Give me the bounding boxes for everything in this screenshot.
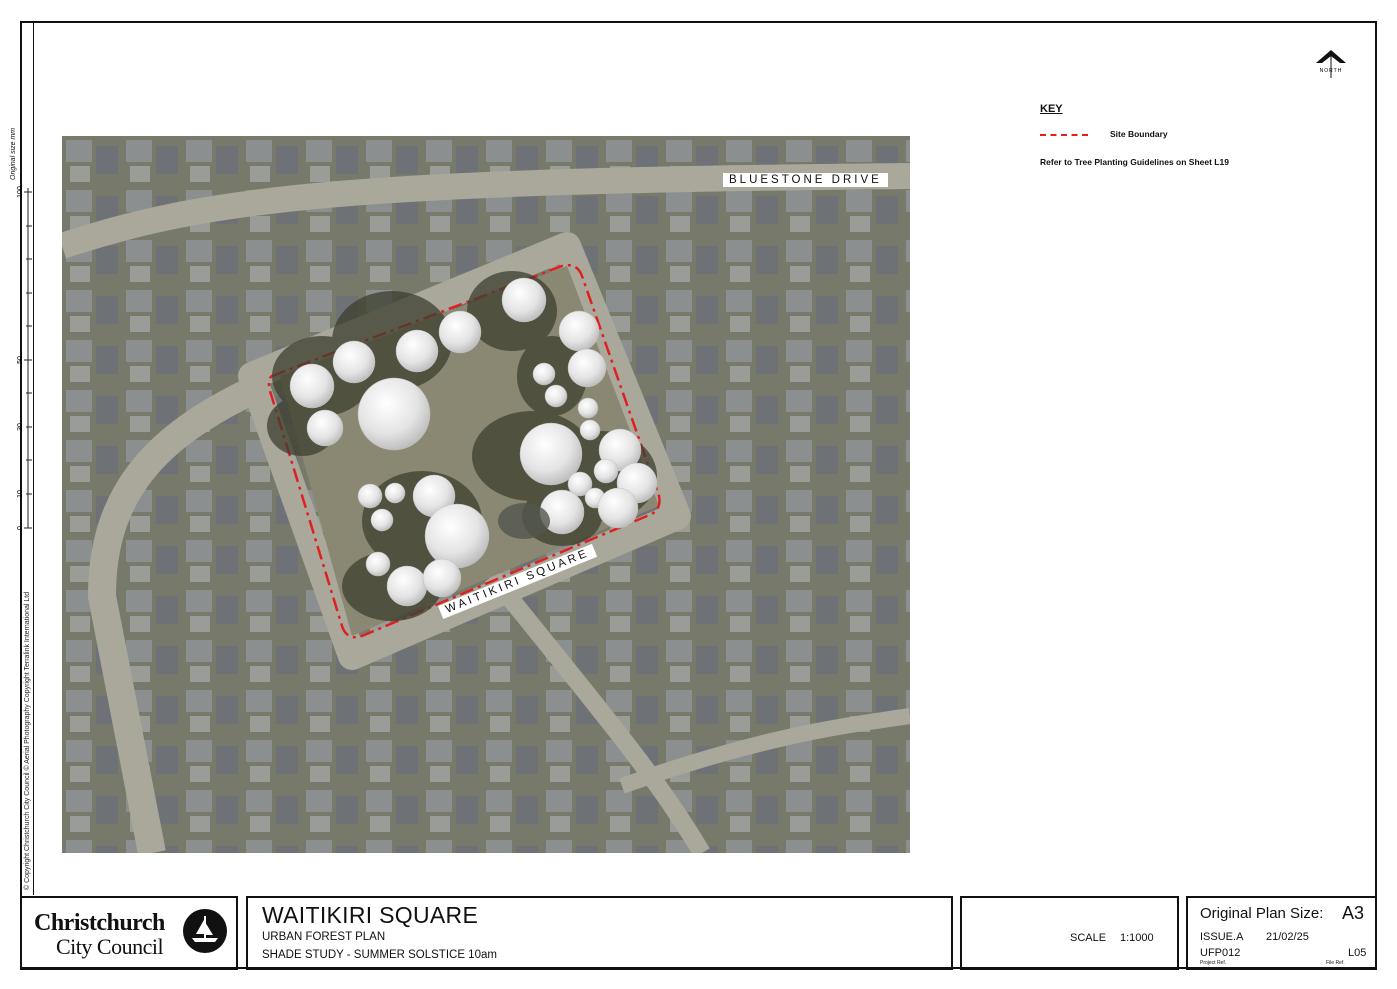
logo-text-line2: City Council [56,934,164,959]
aerial-map[interactable]: BLUESTONE DRIVE WAITIKIRI SQUARE [62,136,910,853]
issue-label: ISSUE.A [1200,931,1244,943]
scale-label: SCALE [1070,932,1107,944]
map-key: KEY Site Boundary Refer to Tree Planting… [1040,103,1340,167]
ruler-tick-0: 0 [17,526,24,530]
key-title: KEY [1040,103,1063,115]
plan-size-label: Original Plan Size: [1200,905,1324,922]
drawing-subtitle-1: URBAN FOREST PLAN [262,931,386,943]
scale-ruler: 0 10 30 50 100 [17,186,32,530]
ruler-tick-100: 100 [17,186,24,198]
drawing-title: WAITIKIRI SQUARE [262,902,479,928]
street-label-bluestone: BLUESTONE DRIVE [723,173,888,187]
drawing-subtitle-2: SHADE STUDY - SUMMER SOLSTICE 10am [262,949,497,961]
north-arrow-icon: NORTH [1316,50,1346,78]
file-ref: L05 [1348,947,1367,959]
plan-info-box: Original Plan Size: A3 ISSUE.A 21/02/25 … [1186,896,1377,970]
key-item-site-boundary: Site Boundary [1040,129,1300,141]
council-emblem-icon [183,909,227,953]
issue-date: 21/02/25 [1266,931,1309,943]
ruler-tick-30: 30 [17,423,24,431]
project-ref-caption: Project Ref. [1200,960,1227,966]
logo-text-line1: Christchurch [34,910,165,936]
ruler-tick-50: 50 [17,356,24,364]
file-ref-caption: File Ref. [1326,960,1345,966]
ruler-tick-10: 10 [17,490,24,498]
project-ref: UFP012 [1200,947,1241,959]
map-canvas [62,136,910,853]
scale-box: SCALE 1:1000 [960,896,1179,970]
council-logo-box: Christchurch City Council [20,896,238,970]
key-note: Refer to Tree Planting Guidelines on She… [1040,157,1229,167]
site-boundary-swatch [1040,134,1088,136]
plan-size-value: A3 [1342,903,1365,923]
copyright-text: © Copyright Christchurch City Council © … [24,591,31,890]
north-label: NORTH [1320,68,1343,74]
key-item-label: Site Boundary [1110,129,1168,139]
scale-value: 1:1000 [1120,932,1154,944]
title-box: WAITIKIRI SQUARE URBAN FOREST PLAN SHADE… [246,896,953,970]
